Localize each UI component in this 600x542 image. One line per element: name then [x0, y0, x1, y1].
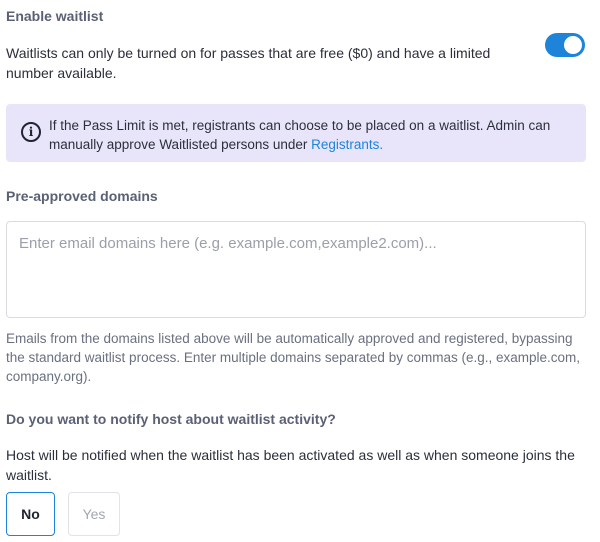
info-callout: i If the Pass Limit is met, registrants … [6, 104, 586, 162]
email-domains-input[interactable] [6, 221, 586, 318]
waitlist-description: Waitlists can only be turned on for pass… [6, 45, 491, 81]
registrants-link[interactable]: Registrants. [311, 137, 383, 152]
notify-yes-button[interactable]: Yes [68, 492, 120, 536]
domains-help-text: Emails from the domains listed above wil… [6, 331, 581, 384]
notify-no-button[interactable]: No [6, 492, 55, 536]
notify-host-description: Host will be notified when the waitlist … [6, 447, 575, 483]
info-circle-icon: i [21, 122, 41, 142]
enable-waitlist-toggle[interactable] [545, 33, 585, 57]
toggle-knob [564, 36, 582, 54]
info-callout-message: If the Pass Limit is met, registrants ca… [49, 118, 551, 152]
notify-host-title: Do you want to notify host about waitlis… [6, 411, 336, 427]
info-callout-text: If the Pass Limit is met, registrants ca… [49, 116, 579, 154]
pre-approved-domains-title: Pre-approved domains [6, 188, 158, 204]
enable-waitlist-title: Enable waitlist [6, 8, 104, 24]
